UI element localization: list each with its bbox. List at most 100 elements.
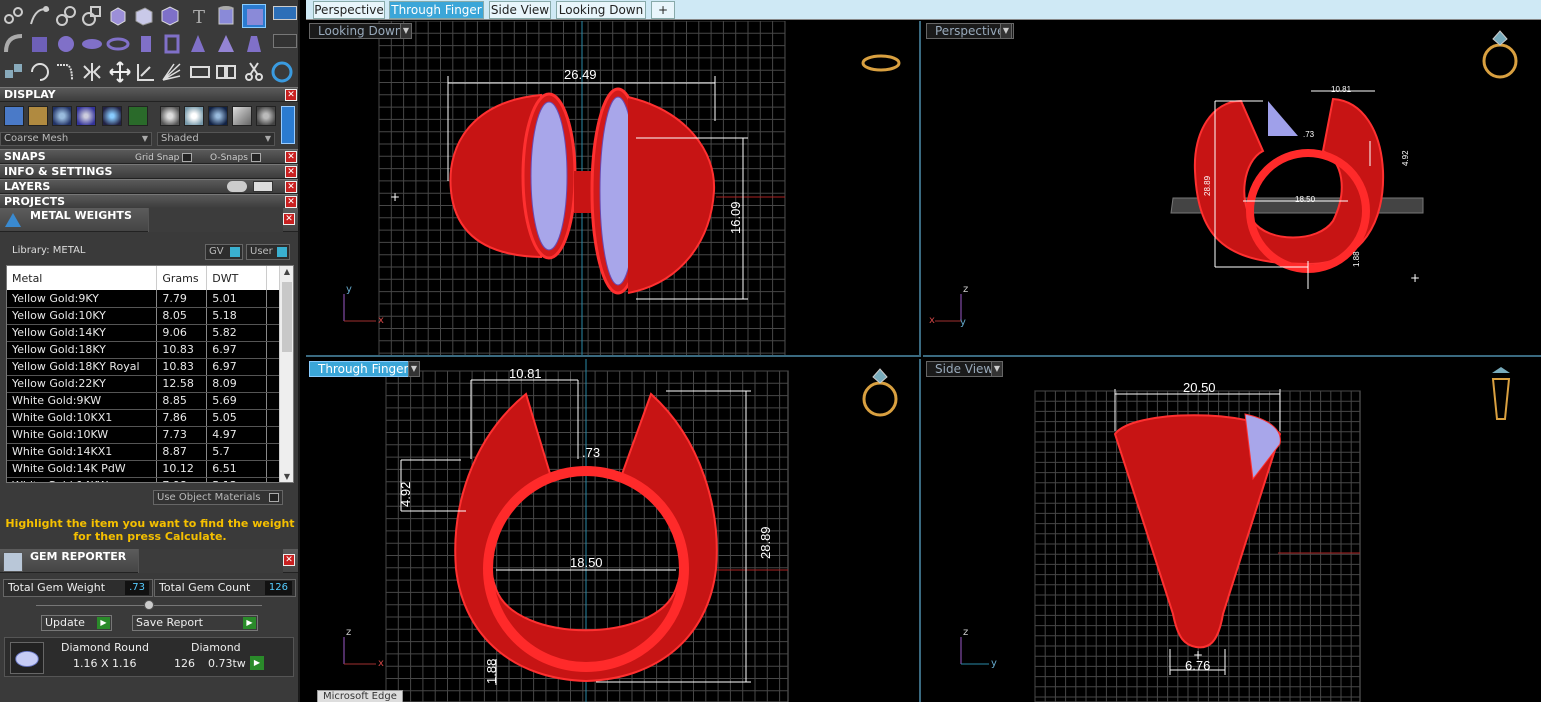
mini-toggle-icon[interactable]: [273, 34, 297, 48]
close-metal-weights-icon[interactable]: ✕: [283, 213, 295, 225]
save-report-button[interactable]: Save Report ▶: [132, 615, 258, 631]
material-chrome-icon[interactable]: [232, 106, 252, 126]
viewport-label-looking-down[interactable]: Looking Down: [309, 23, 412, 39]
table-row[interactable]: White Gold:14KX1 8.87 5.7: [7, 443, 281, 461]
scissors-icon[interactable]: [242, 60, 266, 84]
table-row[interactable]: Yellow Gold:18KY 10.83 6.97: [7, 341, 281, 359]
display-scroll-handle[interactable]: [281, 106, 295, 144]
scroll-up-icon[interactable]: ▲: [282, 267, 292, 276]
viewport-looking-down[interactable]: y x + Looking Down ▼ 26.49 16.09: [306, 21, 921, 357]
wireframe-icon[interactable]: [4, 106, 24, 126]
tube-icon[interactable]: [160, 32, 184, 56]
table-row[interactable]: Yellow Gold:18KY Royal 10.83 6.97: [7, 358, 281, 376]
table-row[interactable]: Yellow Gold:10KY 8.05 5.18: [7, 307, 281, 325]
tab-side-view[interactable]: Side View: [489, 1, 551, 19]
grid-snap-checkbox[interactable]: [182, 153, 193, 162]
table-row[interactable]: Yellow Gold:22KY 12.58 8.09: [7, 375, 281, 393]
use-object-checkbox[interactable]: [269, 493, 279, 502]
tab-through-finger[interactable]: Through Finger: [389, 1, 484, 19]
rotate-tool-icon[interactable]: [28, 60, 52, 84]
material-white-icon[interactable]: [184, 106, 204, 126]
points-icon[interactable]: [28, 106, 48, 126]
gem-slider-knob[interactable]: [144, 600, 154, 610]
text-tool-icon[interactable]: T: [188, 4, 212, 28]
viewport-perspective[interactable]: z x y + Perspective ▼ 10.81 .73 4.92 28.…: [923, 21, 1541, 357]
projects-section-header[interactable]: PROJECTS ✕: [0, 194, 298, 209]
chevron-down-icon[interactable]: ▼: [1000, 23, 1012, 39]
layers-section-header[interactable]: LAYERS ✕: [0, 179, 298, 194]
cube-tool-icon[interactable]: [158, 4, 182, 28]
o-snaps-toggle[interactable]: O-Snaps: [210, 151, 261, 165]
user-toggle[interactable]: User: [246, 244, 290, 260]
update-button[interactable]: Update ▶: [41, 615, 112, 631]
sphere-icon[interactable]: [54, 32, 78, 56]
gem-group-icon[interactable]: [2, 60, 26, 84]
plane-tool-icon[interactable]: [132, 4, 156, 28]
shade-dropdown[interactable]: Shaded ▼: [157, 132, 275, 146]
point-tool-icon[interactable]: [2, 4, 26, 28]
cone-icon[interactable]: [186, 32, 210, 56]
table-row[interactable]: White Gold:9KW 8.85 5.69: [7, 392, 281, 410]
move-tool-icon[interactable]: [108, 60, 132, 84]
scale-tool-icon[interactable]: [134, 60, 158, 84]
cube-solid-icon[interactable]: [28, 32, 52, 56]
close-gem-reporter-icon[interactable]: ✕: [283, 554, 295, 566]
boolean-tool-icon[interactable]: [188, 60, 212, 84]
pyramid-icon[interactable]: [214, 32, 238, 56]
display-section-header[interactable]: DISPLAY ✕: [0, 87, 298, 102]
viewport-label-through-finger[interactable]: Through Finger: [309, 361, 418, 377]
ellipsoid-icon[interactable]: [80, 32, 104, 56]
table-row[interactable]: Yellow Gold:14KY 9.06 5.82: [7, 324, 281, 342]
material-blue-icon[interactable]: [208, 106, 228, 126]
cylinder-icon[interactable]: [134, 32, 158, 56]
col-metal[interactable]: Metal: [7, 266, 158, 290]
scroll-thumb[interactable]: [282, 282, 292, 352]
material-steel-icon[interactable]: [256, 106, 276, 126]
mirror-tool-icon[interactable]: [80, 60, 104, 84]
flare-tool-icon[interactable]: [160, 60, 184, 84]
eye-icon[interactable]: [253, 181, 273, 192]
metal-table-scrollbar[interactable]: ▲ ▼: [279, 266, 293, 482]
chevron-down-icon[interactable]: ▼: [991, 361, 1003, 377]
add-tab-button[interactable]: +: [651, 1, 675, 19]
gem-go-icon[interactable]: ▶: [250, 656, 264, 670]
use-object-materials-toggle[interactable]: Use Object Materials: [153, 490, 283, 505]
chevron-down-icon[interactable]: ▼: [408, 361, 420, 377]
torus-icon[interactable]: [106, 32, 130, 56]
close-info-icon[interactable]: ✕: [285, 166, 297, 178]
close-projects-icon[interactable]: ✕: [285, 196, 297, 208]
curve-tool-icon[interactable]: [28, 4, 52, 28]
shaded-sphere-icon[interactable]: [52, 106, 72, 126]
col-dwt[interactable]: DWT: [206, 266, 268, 290]
combine-tool-icon[interactable]: [80, 4, 104, 28]
mesh-dropdown[interactable]: Coarse Mesh ▼: [0, 132, 152, 146]
close-snaps-icon[interactable]: ✕: [285, 151, 297, 163]
close-display-icon[interactable]: ✕: [285, 89, 297, 101]
table-row[interactable]: White Gold:14KW7.985.13: [7, 477, 281, 482]
mini-panel-icon[interactable]: [273, 6, 297, 20]
viewport-through-finger[interactable]: z x Through Finger ▼ 10.81 .73 4.92 28.8…: [306, 359, 921, 702]
truncated-cone-icon[interactable]: [242, 32, 266, 56]
material-gray-icon[interactable]: [160, 106, 180, 126]
close-layers-icon[interactable]: ✕: [285, 181, 297, 193]
cylinder-tool-icon[interactable]: [214, 4, 238, 28]
tab-looking-down[interactable]: Looking Down: [556, 1, 646, 19]
snaps-section-header[interactable]: SNAPS Grid Snap O-Snaps ✕: [0, 149, 298, 165]
gv-toggle[interactable]: GV: [205, 244, 243, 260]
grid-snap-toggle[interactable]: Grid Snap: [135, 151, 193, 165]
info-section-header[interactable]: INFO & SETTINGS ✕: [0, 164, 298, 179]
table-row[interactable]: White Gold:14K PdW 10.12 6.51: [7, 460, 281, 478]
viewport-side-view[interactable]: + z y Side View ▼ 20.50 6.76: [923, 359, 1541, 702]
scroll-down-icon[interactable]: ▼: [282, 472, 292, 481]
layer-visibility-icon[interactable]: [227, 181, 247, 192]
gem-list-item[interactable]: Diamond Round 1.16 X 1.16 Diamond 126 0.…: [4, 637, 294, 677]
chevron-down-icon[interactable]: ▼: [400, 23, 412, 39]
group-tool-icon[interactable]: [242, 4, 266, 28]
tab-perspective[interactable]: Perspective: [313, 1, 385, 19]
table-row[interactable]: White Gold:10KX1 7.86 5.05: [7, 409, 281, 427]
grid-display-icon[interactable]: [128, 106, 148, 126]
link-tool-icon[interactable]: [54, 4, 78, 28]
box-tool-icon[interactable]: [106, 4, 130, 28]
table-row[interactable]: Yellow Gold:9KY 7.79 5.01: [7, 290, 281, 308]
curve-edit-icon[interactable]: [54, 60, 78, 84]
